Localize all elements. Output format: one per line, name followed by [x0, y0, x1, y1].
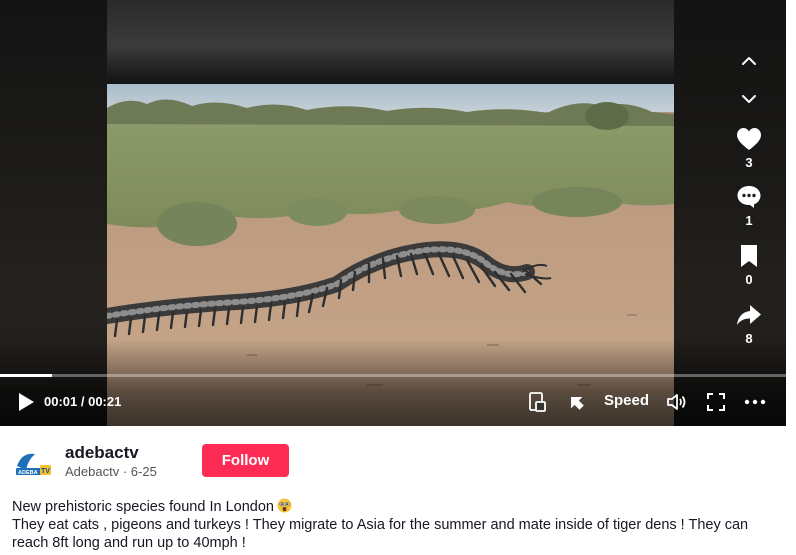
- previous-video-button[interactable]: [732, 44, 766, 78]
- volume-icon: [667, 394, 686, 410]
- play-button[interactable]: [16, 388, 36, 416]
- video-description: New prehistoric species found In London …: [12, 498, 788, 552]
- next-video-button[interactable]: [732, 82, 766, 116]
- fullscreen-icon: [707, 393, 725, 411]
- author-nickname: Adebactv: [65, 464, 120, 479]
- pip-button[interactable]: [527, 388, 547, 416]
- separator-dot: ·: [122, 464, 131, 479]
- author-subline: Adebactv · 6-25: [65, 464, 157, 479]
- share-button[interactable]: 8: [734, 300, 764, 347]
- more-dots-icon: [744, 399, 766, 405]
- adeba-tv-logo: ADEBA TV: [10, 444, 53, 487]
- share-count: 8: [745, 331, 753, 346]
- heart-icon: [737, 128, 761, 150]
- comment-count: 1: [745, 213, 753, 228]
- fullscreen-button[interactable]: [706, 388, 726, 416]
- like-count: 3: [745, 155, 753, 170]
- picture-in-picture-icon: [529, 392, 546, 412]
- cast-button[interactable]: [565, 388, 587, 416]
- cast-icon: [571, 397, 584, 410]
- follow-button[interactable]: Follow: [202, 444, 289, 477]
- svg-text:ADEBA: ADEBA: [18, 470, 38, 476]
- favorite-count: 0: [745, 272, 753, 287]
- time-display: 00:01 / 00:21: [44, 394, 122, 409]
- chevron-up-icon: [742, 57, 756, 65]
- description-line-1: New prehistoric species found In London: [12, 498, 788, 516]
- progress-fill: [0, 374, 52, 377]
- more-options-button[interactable]: [744, 388, 766, 416]
- bookmark-icon: [741, 245, 757, 267]
- chevron-down-icon: [742, 95, 756, 103]
- action-rail: 3 1 0 8: [728, 44, 770, 347]
- author-username[interactable]: adebactv: [65, 443, 139, 463]
- volume-button[interactable]: [666, 388, 688, 416]
- favorite-button[interactable]: 0: [734, 241, 764, 288]
- comment-icon: [737, 186, 761, 208]
- play-icon: [19, 393, 34, 411]
- description-line-2: They eat cats , pigeons and turkeys ! Th…: [12, 517, 749, 551]
- author-avatar[interactable]: ADEBA TV: [10, 444, 53, 487]
- progress-bar[interactable]: [0, 374, 786, 377]
- like-button[interactable]: 3: [734, 124, 764, 171]
- video-player[interactable]: 3 1 0 8 00:01 / 00:21 Speed: [0, 0, 786, 426]
- share-arrow-icon: [737, 305, 761, 325]
- comment-button[interactable]: 1: [734, 182, 764, 229]
- post-date: 6-25: [130, 464, 157, 479]
- speed-button[interactable]: Speed: [604, 392, 649, 409]
- astonished-face-emoji-icon: [277, 498, 292, 513]
- svg-text:TV: TV: [41, 468, 50, 475]
- video-top-letterbox: [107, 0, 674, 84]
